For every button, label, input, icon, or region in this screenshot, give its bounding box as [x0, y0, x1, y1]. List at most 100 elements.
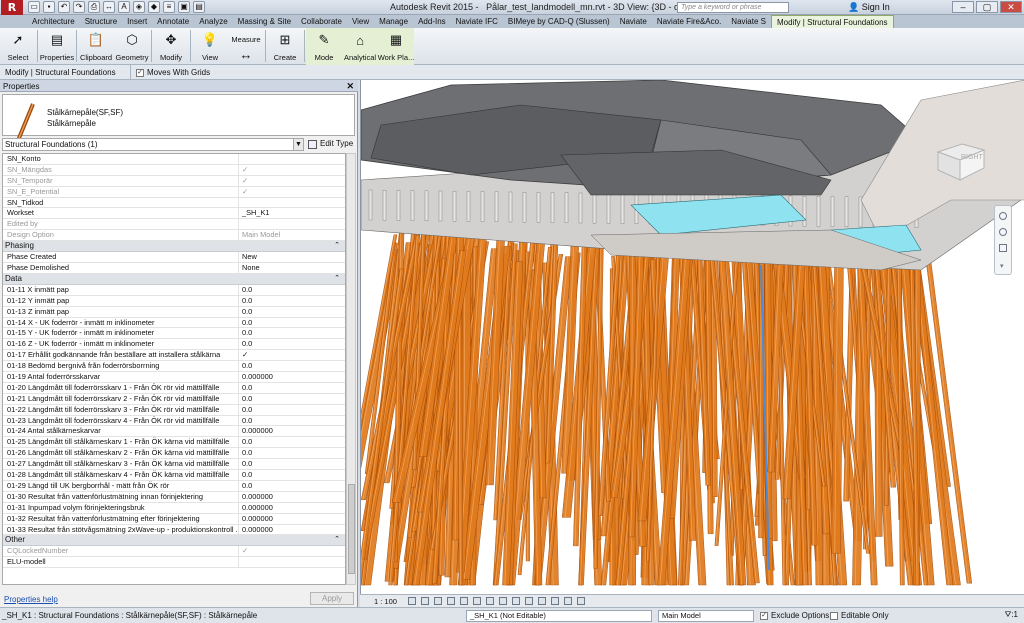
property-value[interactable]: ✓	[239, 187, 345, 197]
collapse-icon[interactable]: ⌃	[334, 241, 340, 251]
property-row[interactable]: 01-12 Y inmätt pap 0.0	[3, 295, 345, 307]
modify-button[interactable]: ✥ Modify	[153, 28, 189, 65]
reveal-constraints-icon[interactable]	[577, 597, 585, 605]
property-value[interactable]	[239, 198, 345, 208]
sun-path-icon[interactable]	[434, 597, 442, 605]
property-row[interactable]: CQLockedNumber ✓	[3, 546, 345, 558]
property-value[interactable]: 0.0	[239, 394, 345, 404]
property-row[interactable]: SN_Tidkod	[3, 197, 345, 209]
switch-windows-icon[interactable]: ▤	[193, 1, 205, 13]
property-value[interactable]: 0.0	[239, 328, 345, 338]
property-value[interactable]: 0.000000	[239, 503, 345, 513]
text-icon[interactable]: A	[118, 1, 130, 13]
selection-filter[interactable]: ⛛:1	[1005, 610, 1018, 620]
property-row[interactable]: Edited by	[3, 219, 345, 231]
properties-button[interactable]: ▤ Properties	[39, 28, 75, 65]
properties-help-link[interactable]: Properties help	[4, 595, 58, 604]
analytical-button[interactable]: ⌂ Analytical	[342, 28, 378, 65]
measure-qat-icon[interactable]: ↔	[103, 1, 115, 13]
property-value[interactable]: None	[239, 263, 345, 273]
3d-viewport[interactable]	[360, 80, 1024, 594]
group-header-other[interactable]: Other ⌃	[3, 535, 345, 547]
collapse-icon[interactable]: ⌃	[334, 274, 340, 284]
editable-only-checkbox[interactable]	[830, 611, 838, 620]
property-row[interactable]: 01-19 Antal foderrörsskarvar 0.000000	[3, 372, 345, 383]
property-value[interactable]: 0.000000	[239, 525, 345, 535]
property-value[interactable]: 0.0	[239, 448, 345, 458]
property-row[interactable]: Design Option Main Model	[3, 230, 345, 242]
nav-menu-icon[interactable]: ▾	[1000, 262, 1004, 270]
reveal-hidden-icon[interactable]	[525, 597, 533, 605]
property-row[interactable]: 01-16 Z - UK foderrör - inmätt m inklino…	[3, 339, 345, 351]
tab-naviate-ifc[interactable]: Naviate IFC	[451, 15, 503, 28]
create-button[interactable]: ⊞ Create	[267, 28, 303, 65]
lock-view-icon[interactable]	[499, 597, 507, 605]
property-row[interactable]: ELU-modell	[3, 557, 345, 569]
work-pla-button[interactable]: ▦ Work Pla...	[378, 28, 414, 65]
property-row[interactable]: 01-32 Resultat från vattenförlustmätning…	[3, 513, 345, 525]
view-scale[interactable]: 1 : 100	[374, 597, 397, 606]
tab-massing-site[interactable]: Massing & Site	[233, 15, 296, 28]
show-crop-icon[interactable]	[486, 597, 494, 605]
property-value[interactable]: 0.0	[239, 405, 345, 415]
property-row[interactable]: SN_Mängdas ✓	[3, 164, 345, 176]
property-value[interactable]: 0.000000	[239, 426, 345, 436]
property-value[interactable]: Main Model	[239, 230, 345, 240]
property-value[interactable]	[239, 154, 345, 164]
tab-architecture[interactable]: Architecture	[27, 15, 80, 28]
maximize-icon[interactable]: ▢	[976, 1, 998, 13]
select-button[interactable]: ➚ Select	[0, 28, 36, 65]
zoom-icon[interactable]	[999, 228, 1007, 236]
type-selector[interactable]: Stålkärnepåle(SF,SF) Stålkärnepåle	[2, 94, 355, 144]
exclude-options-toggle[interactable]: ✓ Exclude Options	[760, 611, 829, 620]
crop-view-icon[interactable]	[473, 597, 481, 605]
sign-in-button[interactable]: 👤 Sign In	[848, 2, 890, 13]
view-button[interactable]: 💡 View	[192, 28, 228, 65]
print-icon[interactable]: ⎙	[88, 1, 100, 13]
property-row[interactable]: 01-29 Längd till UK bergborrhål - mätt f…	[3, 480, 345, 492]
chevron-down-icon[interactable]: ▼	[293, 139, 303, 150]
render-icon[interactable]	[460, 597, 468, 605]
mode-button[interactable]: ✎ Mode	[306, 28, 342, 65]
property-value[interactable]: 0.0	[239, 470, 345, 480]
property-row[interactable]: 01-25 Längdmått till stålkärneskarv 1 - …	[3, 437, 345, 449]
property-row[interactable]: 01-20 Längdmått till foderrörsskarv 1 - …	[3, 382, 345, 394]
collapse-icon[interactable]: ⌃	[334, 535, 340, 545]
moves-with-grids-option[interactable]: ✓ Moves With Grids	[136, 68, 210, 77]
property-value[interactable]: 0.000000	[239, 372, 345, 382]
property-value[interactable]: 0.0	[239, 361, 345, 371]
tab-naviate[interactable]: Naviate	[615, 15, 652, 28]
property-value[interactable]: 0.0	[239, 339, 345, 349]
property-row[interactable]: 01-33 Resultat från stötvågsmätning 2xWa…	[3, 524, 345, 536]
property-value[interactable]: 0.0	[239, 437, 345, 447]
property-value[interactable]: 0.0	[239, 459, 345, 469]
property-value[interactable]: _SH_K1	[239, 208, 345, 218]
property-row[interactable]: 01-26 Längdmått till stålkärneskarv 2 - …	[3, 448, 345, 460]
property-row[interactable]: 01-15 Y - UK foderrör - inmätt m inklino…	[3, 328, 345, 340]
property-value[interactable]	[239, 557, 345, 567]
thin-lines-icon[interactable]: ≡	[163, 1, 175, 13]
steering-wheel-icon[interactable]	[999, 212, 1007, 220]
property-row[interactable]: SN_Temporär ✓	[3, 175, 345, 187]
edit-type-button[interactable]: Edit Type	[308, 138, 353, 150]
tab-naviate-s[interactable]: Naviate S	[726, 15, 771, 28]
zoom-region-icon[interactable]	[999, 244, 1007, 252]
property-value[interactable]	[239, 219, 345, 229]
apply-button[interactable]: Apply	[310, 592, 354, 605]
revit-logo-icon[interactable]: R	[1, 0, 23, 15]
property-row[interactable]: 01-23 Längdmått till foderrörsskarv 4 - …	[3, 415, 345, 427]
property-row[interactable]: 01-14 X - UK foderrör - inmätt m inklino…	[3, 317, 345, 329]
property-row[interactable]: Workset _SH_K1	[3, 208, 345, 220]
property-value[interactable]: 0.0	[239, 307, 345, 317]
view-cube[interactable]: RIGHT	[928, 138, 988, 183]
analytical-model-icon[interactable]	[551, 597, 559, 605]
property-row[interactable]: 01-30 Resultat från vattenförlustmätning…	[3, 491, 345, 503]
clipboard-button[interactable]: 📋 Clipboard	[78, 28, 114, 65]
3d-model-scene[interactable]	[361, 80, 1024, 594]
close-hidden-icon[interactable]: ▣	[178, 1, 190, 13]
tab-add-ins[interactable]: Add-Ins	[413, 15, 451, 28]
tab-collaborate[interactable]: Collaborate	[296, 15, 347, 28]
property-value[interactable]: New	[239, 252, 345, 262]
property-row[interactable]: Phase Created New	[3, 252, 345, 264]
scrollbar-thumb[interactable]	[348, 484, 355, 574]
